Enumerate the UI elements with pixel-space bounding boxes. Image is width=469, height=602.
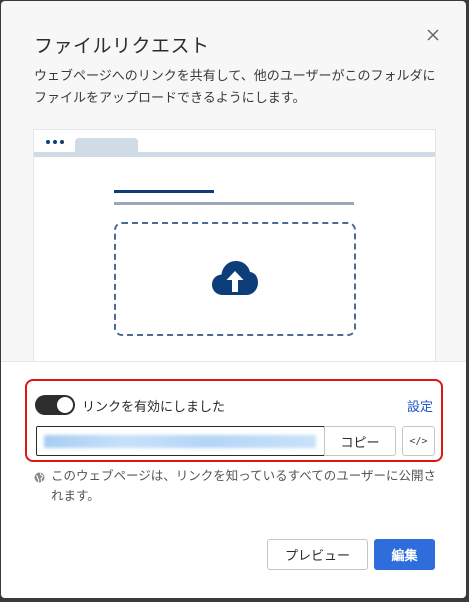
link-settings-box: リンクを有効にしました 設定 コピー </> [25,379,443,462]
text-placeholder [114,202,354,205]
toggle-knob [57,397,73,413]
blurred-url [44,435,316,448]
browser-dots-icon [46,140,64,144]
dialog-title: ファイルリクエスト [34,35,210,57]
heading-placeholder [114,190,214,193]
edit-button[interactable]: 編集 [374,539,435,570]
globe-icon [34,472,45,483]
illustration [33,129,436,363]
file-request-dialog: ファイルリクエスト ウェブページへのリンクを共有して、他のユーザーがこのフォルダ… [1,1,466,598]
link-enabled-toggle[interactable] [35,395,75,415]
public-notice: このウェブページは、リンクを知っているすべてのユーザーに公開されます。 [51,468,437,503]
copy-button[interactable]: コピー [324,426,396,456]
share-section: リンクを有効にしました 設定 コピー </> このウェブページは、リンクを知って… [1,361,466,598]
browser-bar [34,130,435,157]
link-url-field[interactable] [36,426,325,456]
upload-cloud-icon [212,261,258,295]
dropzone [114,222,356,336]
browser-divider [34,152,435,157]
preview-button[interactable]: プレビュー [267,539,368,570]
close-icon[interactable] [421,23,445,47]
toggle-label: リンクを有効にしました [82,400,226,415]
settings-link[interactable]: 設定 [407,396,433,415]
dialog-description: ウェブページへのリンクを共有して、他のユーザーがこのフォルダにファイルをアップロ… [34,69,436,106]
embed-code-button[interactable]: </> [402,426,435,456]
